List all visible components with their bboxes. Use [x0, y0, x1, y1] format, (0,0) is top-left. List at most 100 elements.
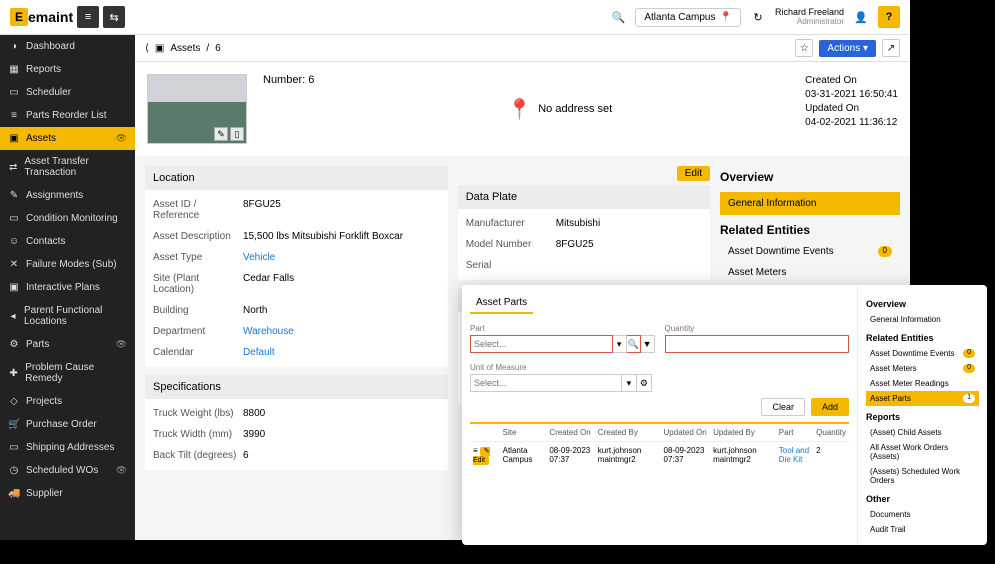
breadcrumb-section[interactable]: Assets: [170, 43, 200, 54]
user-icon[interactable]: 👤: [850, 6, 872, 28]
table-header[interactable]: Created By: [595, 423, 661, 442]
specs-header: Specifications: [145, 375, 448, 399]
ps-item[interactable]: Asset Parts1: [866, 391, 979, 406]
copy-image-icon[interactable]: ▯: [230, 127, 244, 141]
kv-value[interactable]: Default: [243, 347, 440, 358]
ps-other-item[interactable]: Documents: [866, 507, 979, 522]
actions-button[interactable]: Actions ▾: [819, 40, 876, 57]
ps-report-item[interactable]: (Assets) Scheduled Work Orders: [866, 464, 979, 488]
edit-image-icon[interactable]: ✎: [214, 127, 228, 141]
refresh-icon[interactable]: ↻: [747, 6, 769, 28]
sidebar-item-contacts[interactable]: ☺Contacts: [0, 230, 135, 253]
sidebar-item-interactive-plans[interactable]: ▣Interactive Plans: [0, 276, 135, 299]
ps-related-entities: Related Entities: [866, 333, 979, 343]
sidebar-item-parent-functional-locations[interactable]: ◂ Parent Functional Locations: [0, 299, 135, 333]
part-filter-icon[interactable]: ▼: [641, 335, 655, 353]
kv-value: 8FGU25: [556, 239, 702, 250]
table-row[interactable]: ≡ ✎ Edit Atlanta Campus 08-09-2023 07:37…: [470, 442, 849, 469]
table-header[interactable]: Created On: [546, 423, 594, 442]
sidebar-item-scheduler[interactable]: ▭Scheduler: [0, 81, 135, 104]
edit-button[interactable]: Edit: [677, 166, 710, 181]
kv-key: Model Number: [466, 239, 556, 250]
sidebar-icon: ▭: [8, 87, 20, 98]
clear-button[interactable]: Clear: [761, 398, 805, 416]
user-block[interactable]: Richard Freeland Administrator: [775, 8, 844, 27]
ps-report-item[interactable]: All Asset Work Orders (Assets): [866, 440, 979, 464]
kv-value: 8FGU25: [243, 199, 440, 221]
sidebar-item-parts[interactable]: ⚙Parts👁: [0, 333, 135, 356]
part-select[interactable]: [470, 335, 613, 353]
share-icon[interactable]: ⇆: [103, 6, 125, 28]
kv-row: Truck Width (mm)3990: [153, 424, 440, 445]
search-icon[interactable]: 🔍: [607, 6, 629, 28]
ps-general-info[interactable]: General Information: [866, 312, 979, 327]
kv-value[interactable]: Vehicle: [243, 252, 440, 263]
sidebar-icon: ◂: [8, 311, 18, 322]
table-header[interactable]: Updated On: [661, 423, 711, 442]
location-body: Asset ID / Reference8FGU25Asset Descript…: [145, 190, 448, 367]
menu-icon[interactable]: ≡: [77, 6, 99, 28]
star-icon[interactable]: ☆: [795, 39, 813, 57]
table-header[interactable]: Site: [500, 423, 547, 442]
quantity-input[interactable]: [665, 335, 850, 353]
sidebar-label: Projects: [26, 396, 62, 407]
table-header[interactable]: Part: [776, 423, 813, 442]
sidebar-item-problem-cause-remedy[interactable]: ✚Problem Cause Remedy: [0, 356, 135, 390]
general-info-link[interactable]: General Information: [720, 192, 900, 215]
kv-value: 6: [243, 450, 440, 461]
asset-image[interactable]: ✎ ▯: [147, 74, 247, 144]
logo[interactable]: E emaint: [10, 8, 73, 26]
ps-item[interactable]: Asset Downtime Events0: [866, 346, 979, 361]
uom-dropdown-icon[interactable]: ▾: [622, 374, 637, 392]
kv-value: [556, 260, 702, 271]
address-block: 📍 No address set: [330, 74, 789, 144]
kv-value: North: [243, 305, 440, 316]
sidebar-item-condition-monitoring[interactable]: ▭Condition Monitoring: [0, 207, 135, 230]
sidebar-label: Parent Functional Locations: [24, 305, 127, 327]
sidebar-item-supplier[interactable]: 🚚Supplier: [0, 482, 135, 505]
popup-tab-asset-parts[interactable]: Asset Parts: [470, 293, 533, 314]
sidebar-item-purchase-order[interactable]: 🛒Purchase Order: [0, 413, 135, 436]
part-search-icon[interactable]: 🔍: [627, 335, 641, 353]
sidebar-item-asset-transfer-transaction[interactable]: ⇄Asset Transfer Transaction: [0, 150, 135, 184]
kv-key: Asset Description: [153, 231, 243, 242]
sidebar-item-parts-reorder-list[interactable]: ≡Parts Reorder List: [0, 104, 135, 127]
count-badge: 1: [963, 394, 975, 403]
kv-value[interactable]: Warehouse: [243, 326, 440, 337]
breadcrumb: ⟨ ▣ Assets / 6 ☆ Actions ▾ ↗: [135, 35, 910, 62]
sidebar-item-assignments[interactable]: ✎Assignments: [0, 184, 135, 207]
help-button[interactable]: ?: [878, 6, 900, 28]
sidebar-item-scheduled-wos[interactable]: ◷Scheduled WOs👁: [0, 459, 135, 482]
sidebar-label: Interactive Plans: [26, 282, 100, 293]
sidebar-item-shipping-addresses[interactable]: ▭Shipping Addresses: [0, 436, 135, 459]
sidebar-item-reports[interactable]: ▦Reports: [0, 58, 135, 81]
ps-report-item[interactable]: (Asset) Child Assets: [866, 425, 979, 440]
sidebar-icon: 🛒: [8, 419, 20, 430]
sidebar-item-dashboard[interactable]: ◑Dashboard: [0, 35, 135, 58]
ps-item[interactable]: Asset Meter Readings: [866, 376, 979, 391]
sidebar-item-assets[interactable]: ▣Assets👁: [0, 127, 135, 150]
table-header[interactable]: Updated By: [710, 423, 776, 442]
kv-row: CalendarDefault: [153, 342, 440, 363]
kv-key: Site (Plant Location): [153, 273, 243, 295]
drag-icon[interactable]: ≡: [473, 446, 478, 455]
asset-parts-table: SiteCreated OnCreated ByUpdated OnUpdate…: [470, 422, 849, 468]
table-header[interactable]: [470, 423, 500, 442]
sidebar-item-projects[interactable]: ◇Projects: [0, 390, 135, 413]
kv-row: DepartmentWarehouse: [153, 321, 440, 342]
ps-other-item[interactable]: Audit Trail: [866, 522, 979, 537]
sidebar-label: Assignments: [26, 190, 83, 201]
related-entity-item[interactable]: Asset Downtime Events0: [720, 241, 900, 262]
add-button[interactable]: Add: [811, 398, 849, 416]
ps-item[interactable]: Asset Meters0: [866, 361, 979, 376]
part-dropdown-icon[interactable]: ▾: [613, 335, 627, 353]
sidebar-item-failure-modes-sub-[interactable]: ✕Failure Modes (Sub): [0, 253, 135, 276]
related-entity-item[interactable]: Asset Meters: [720, 262, 900, 283]
uom-gear-icon[interactable]: ⚙: [637, 374, 652, 392]
uom-select[interactable]: [470, 374, 622, 392]
campus-selector[interactable]: Atlanta Campus 📍: [635, 8, 741, 27]
back-icon[interactable]: ⟨: [145, 43, 149, 54]
kv-row: ManufacturerMitsubishi: [466, 213, 702, 234]
external-icon[interactable]: ↗: [882, 39, 900, 57]
table-header[interactable]: Quantity: [813, 423, 849, 442]
